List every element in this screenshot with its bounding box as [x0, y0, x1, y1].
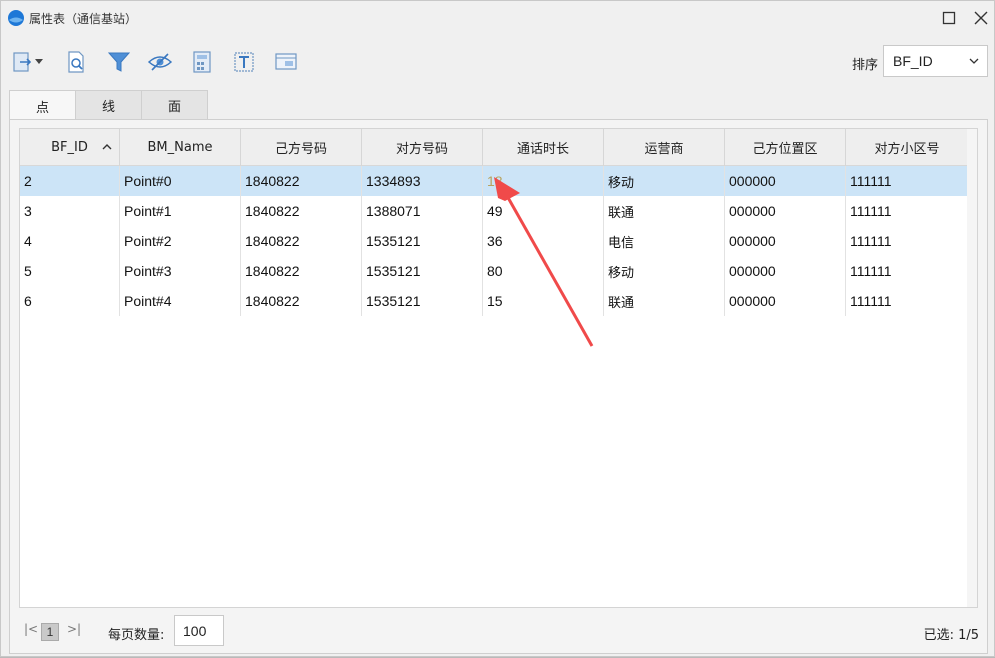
app-logo-icon [8, 10, 24, 26]
column-header-carrier[interactable]: 运营商 [604, 129, 725, 166]
table-row[interactable]: 5 Point#3 1840822 1535121 80 移动 000000 1… [20, 256, 969, 286]
cell-own-number[interactable]: 1840822 [241, 196, 362, 226]
close-icon [974, 11, 988, 25]
hide-icon [147, 53, 173, 71]
cell-bm-name[interactable]: Point#4 [120, 286, 241, 316]
close-button[interactable] [969, 7, 993, 29]
cell-call-duration[interactable]: 49 [483, 196, 604, 226]
filter-icon [107, 52, 131, 72]
cell-carrier[interactable]: 电信 [604, 226, 725, 256]
cell-bf-id[interactable]: 5 [20, 256, 120, 286]
geometry-tabs: 点 线 面 [9, 90, 208, 121]
sort-field-select[interactable]: BF_ID [883, 45, 988, 77]
tab-polygon[interactable]: 面 [141, 90, 208, 120]
column-header-own-number[interactable]: 己方号码 [241, 129, 362, 166]
filter-button[interactable] [104, 47, 134, 77]
sort-label: 排序 [852, 58, 879, 73]
zoom-to-button[interactable] [61, 47, 91, 77]
calculator-icon [193, 51, 211, 73]
cell-peer-cell[interactable]: 111111 [846, 226, 969, 256]
column-header-peer-number[interactable]: 对方号码 [362, 129, 483, 166]
column-header-bm-name[interactable]: BM_Name [120, 129, 241, 166]
title-bar: 属性表（通信基站） [1, 1, 994, 35]
cell-peer-number[interactable]: 1535121 [362, 226, 483, 256]
cell-own-number[interactable]: 1840822 [241, 226, 362, 256]
cell-own-number[interactable]: 1840822 [241, 286, 362, 316]
cell-own-number[interactable]: 1840822 [241, 166, 362, 196]
column-header-own-area[interactable]: 己方位置区 [725, 129, 846, 166]
field-text-icon [234, 52, 254, 72]
first-page-icon[interactable]: |< [24, 622, 38, 636]
column-header-bf-id[interactable]: BF_ID [20, 129, 120, 166]
calculator-button[interactable] [187, 47, 217, 77]
cell-bm-name[interactable]: Point#2 [120, 226, 241, 256]
current-page[interactable]: 1 [41, 623, 59, 641]
table-row[interactable]: 6 Point#4 1840822 1535121 15 联通 000000 1… [20, 286, 969, 316]
field-manage-icon [275, 53, 297, 70]
per-page-label: 每页数量: [108, 628, 165, 643]
sort-field-value: BF_ID [893, 53, 933, 69]
attribute-table-window: 属性表（通信基站） 排序 BF_ID 点 线 面 BF_ID BM_Name 己… [0, 0, 995, 657]
cell-carrier[interactable]: 联通 [604, 286, 725, 316]
cell-bm-name[interactable]: Point#3 [120, 256, 241, 286]
cell-bf-id[interactable]: 2 [20, 166, 120, 196]
maximize-icon [942, 11, 956, 25]
selected-count-status: 已选: 1/5 [923, 628, 979, 643]
maximize-button[interactable] [937, 7, 961, 29]
vertical-scrollbar[interactable] [967, 129, 977, 607]
hide-button[interactable] [145, 47, 175, 77]
toolbar [1, 35, 994, 89]
column-header-call-duration[interactable]: 通话时长 [483, 129, 604, 166]
cell-carrier[interactable]: 联通 [604, 196, 725, 226]
cell-own-area[interactable]: 000000 [725, 226, 846, 256]
cell-bm-name[interactable]: Point#1 [120, 196, 241, 226]
tab-panel: BF_ID BM_Name 己方号码 对方号码 通话时长 运营商 己方位置区 对… [9, 119, 988, 654]
field-text-button[interactable] [229, 47, 259, 77]
cell-peer-number[interactable]: 1388071 [362, 196, 483, 226]
cell-carrier[interactable]: 移动 [604, 166, 725, 196]
attribute-grid: BF_ID BM_Name 己方号码 对方号码 通话时长 运营商 己方位置区 对… [19, 128, 978, 608]
cell-bf-id[interactable]: 3 [20, 196, 120, 226]
column-header-peer-cell[interactable]: 对方小区号 [846, 129, 969, 166]
table-row[interactable]: 3 Point#1 1840822 1388071 49 联通 000000 1… [20, 196, 969, 226]
cell-call-duration[interactable]: 18 [483, 166, 604, 196]
cell-peer-cell[interactable]: 111111 [846, 256, 969, 286]
tab-line[interactable]: 线 [75, 90, 142, 120]
cell-peer-cell[interactable]: 111111 [846, 286, 969, 316]
cell-peer-number[interactable]: 1334893 [362, 166, 483, 196]
grid-header: BF_ID BM_Name 己方号码 对方号码 通话时长 运营商 己方位置区 对… [20, 129, 969, 166]
table-row[interactable]: 2 Point#0 1840822 1334893 18 移动 000000 1… [20, 166, 969, 196]
cell-call-duration[interactable]: 80 [483, 256, 604, 286]
cell-peer-cell[interactable]: 111111 [846, 196, 969, 226]
cell-own-number[interactable]: 1840822 [241, 256, 362, 286]
cell-own-area[interactable]: 000000 [725, 196, 846, 226]
cell-peer-number[interactable]: 1535121 [362, 256, 483, 286]
cell-bf-id[interactable]: 6 [20, 286, 120, 316]
per-page-input[interactable]: 100 [174, 615, 224, 646]
dropdown-caret-icon [35, 59, 43, 64]
field-manage-button[interactable] [271, 47, 301, 77]
cell-peer-cell[interactable]: 111111 [846, 166, 969, 196]
cell-call-duration[interactable]: 36 [483, 226, 604, 256]
cell-peer-number[interactable]: 1535121 [362, 286, 483, 316]
cell-own-area[interactable]: 000000 [725, 286, 846, 316]
export-dropdown-button[interactable] [31, 47, 47, 77]
last-page-icon[interactable]: >| [67, 622, 81, 636]
cell-carrier[interactable]: 移动 [604, 256, 725, 286]
chevron-down-icon [969, 58, 979, 64]
grid-rows: 2 Point#0 1840822 1334893 18 移动 000000 1… [20, 166, 969, 316]
table-row[interactable]: 4 Point#2 1840822 1535121 36 电信 000000 1… [20, 226, 969, 256]
zoom-to-icon [68, 51, 84, 73]
cell-own-area[interactable]: 000000 [725, 256, 846, 286]
tab-point[interactable]: 点 [9, 90, 76, 121]
cell-bf-id[interactable]: 4 [20, 226, 120, 256]
cell-own-area[interactable]: 000000 [725, 166, 846, 196]
cell-bm-name[interactable]: Point#0 [120, 166, 241, 196]
window-title: 属性表（通信基站） [29, 12, 138, 26]
sort-ascending-icon [102, 144, 112, 150]
cell-call-duration[interactable]: 15 [483, 286, 604, 316]
